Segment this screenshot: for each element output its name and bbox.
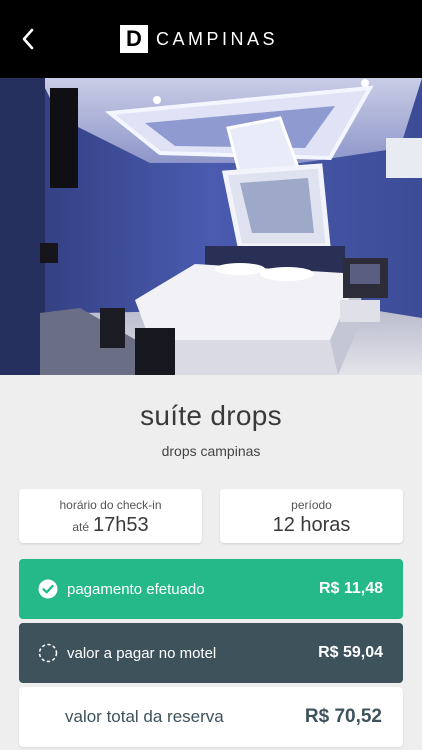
- checkin-prefix: até: [72, 520, 90, 534]
- back-button[interactable]: [14, 24, 42, 54]
- suite-photo: [0, 78, 422, 375]
- app-header: D CAMPINAS: [0, 0, 422, 78]
- checkin-value: até 17h53: [19, 514, 202, 537]
- period-value: 12 horas: [272, 514, 351, 536]
- paid-label: pagamento efetuado: [67, 580, 205, 598]
- logo-letter: D: [120, 25, 148, 53]
- suite-name: suíte drops: [140, 400, 282, 431]
- checkin-time: 17h53: [93, 514, 149, 536]
- motel-payment-label: valor a pagar no motel: [67, 644, 217, 662]
- brand-logo: D CAMPINAS: [120, 24, 278, 54]
- logo-text: CAMPINAS: [156, 28, 279, 49]
- check-circle-icon: [38, 579, 58, 599]
- checkin-label: horário do check-in: [59, 498, 162, 512]
- period-card: período 12 horas: [220, 489, 403, 543]
- period-label: período: [291, 498, 332, 512]
- total-amount: R$ 70,52: [304, 706, 382, 727]
- chevron-left-icon: [22, 28, 34, 50]
- dashed-circle-icon: [38, 643, 58, 663]
- paid-amount: R$ 11,48: [318, 580, 383, 597]
- checkin-card: horário do check-in até 17h53: [19, 489, 202, 543]
- motel-payment-amount: R$ 59,04: [318, 644, 383, 661]
- motel-payment-row: valor a pagar no motel R$ 59,04: [19, 623, 403, 683]
- paid-row: pagamento efetuado R$ 11,48: [19, 559, 403, 619]
- motel-name: drops campinas: [161, 443, 261, 459]
- total-label: valor total da reserva: [65, 707, 224, 726]
- total-row: valor total da reserva R$ 70,52: [19, 687, 403, 747]
- suite-photo-illustration: [0, 78, 422, 375]
